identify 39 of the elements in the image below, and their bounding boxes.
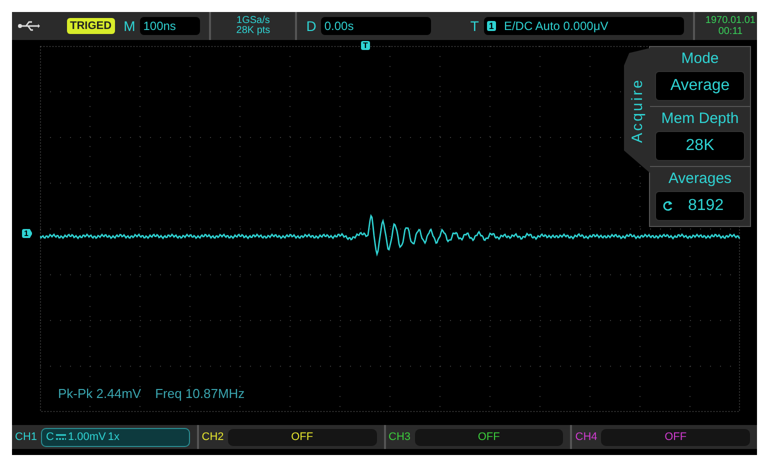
channel-settings-field[interactable]: OFF [601, 428, 750, 446]
channel-settings-field[interactable]: C 1.00mV 1x [41, 428, 190, 446]
probe-ratio: 1x [108, 431, 120, 443]
channel-marker: 1 [22, 229, 32, 238]
memory-points: 28K pts [236, 26, 270, 36]
channel-settings-field[interactable]: OFF [414, 428, 564, 446]
menu-value-button[interactable]: 28K [655, 131, 745, 161]
measurement-readout: Freq 10.87MHz [155, 386, 245, 401]
trigger-channel-badge: 1 [486, 21, 496, 31]
dc-coupling-icon [56, 434, 66, 440]
date: 1970.01.01 [705, 15, 756, 26]
channel-label[interactable]: CH1 [15, 431, 38, 443]
channel-label[interactable]: CH3 [388, 431, 411, 443]
menu-item-label: Averages [668, 170, 732, 187]
trigger-position-marker: T [361, 41, 370, 50]
menu-item-label: Mode [681, 50, 719, 67]
knob-rotate-icon [662, 200, 674, 212]
sample-rate: 1GSa/s [236, 16, 270, 26]
vertical-scale: 1.00mV [68, 431, 106, 443]
delay-field: 0.00s [321, 17, 432, 35]
timebase-field: 100ns [140, 17, 200, 35]
menu-item-label: Mem Depth [661, 110, 739, 127]
usb-icon [18, 21, 40, 31]
channel-label[interactable]: CH2 [202, 431, 224, 443]
menu-value-button[interactable]: 8192 [655, 191, 745, 221]
menu-title: Acquire [628, 78, 646, 143]
time: 00:11 [718, 26, 743, 37]
coupling: C [46, 431, 54, 443]
channel-label[interactable]: CH4 [575, 431, 598, 443]
delay-label: D [306, 18, 316, 34]
menu-tab[interactable]: Acquire [624, 48, 650, 173]
measurement-readout: Pk-Pk 2.44mV [58, 386, 142, 401]
channel-settings-field[interactable]: OFF [228, 428, 376, 446]
trigger-label: T [470, 18, 479, 34]
menu-value: 8192 [688, 197, 724, 215]
trigger-info: E/DC Auto 0.000μV [504, 19, 608, 33]
trigger-status: TRIGED [67, 18, 115, 34]
menu-value-button[interactable]: Average [655, 71, 745, 101]
timebase-label: M [124, 18, 136, 34]
